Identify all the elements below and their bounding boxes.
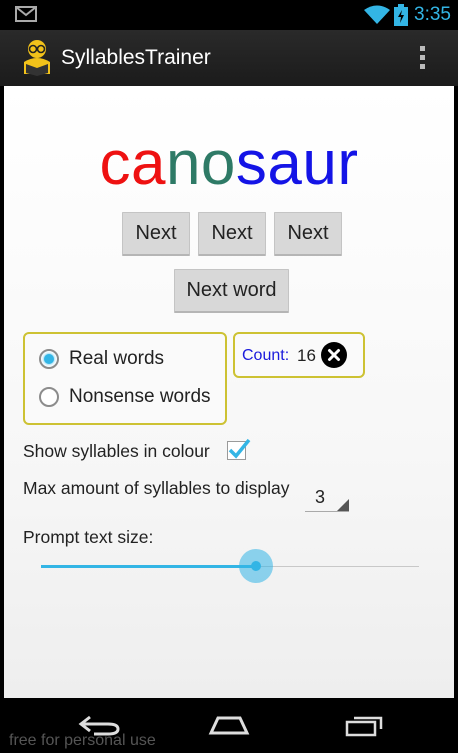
main-content: canosaur Next Next Next Next word Real w…: [4, 86, 454, 698]
count-label: Count:: [242, 347, 290, 364]
syllable: ca: [99, 129, 166, 198]
action-bar: SyllablesTrainer: [0, 30, 458, 86]
radio-nonsense-words[interactable]: Nonsense words: [39, 386, 211, 408]
radio-real-words[interactable]: Real words: [39, 348, 164, 370]
status-bar: 3:35: [0, 0, 458, 30]
show-colour-label: Show syllables in colour: [23, 441, 210, 461]
max-syllables-spinner[interactable]: 3: [305, 485, 349, 512]
show-colour-checkbox[interactable]: [227, 438, 251, 460]
battery-icon: [394, 4, 408, 31]
home-icon[interactable]: [206, 715, 252, 740]
recent-apps-icon[interactable]: [343, 713, 387, 742]
slider-fill: [41, 565, 257, 568]
dropdown-arrow-icon: [337, 499, 349, 511]
watermark-text: free for personal use: [9, 732, 156, 749]
max-syllables-label: Max amount of syllables to display: [23, 478, 290, 498]
reader-icon[interactable]: [20, 38, 54, 81]
clock: 3:35: [414, 4, 451, 25]
wifi-icon: [364, 5, 390, 30]
counter-box: Count: 16: [233, 332, 365, 378]
overflow-menu-icon[interactable]: [420, 46, 425, 73]
syllable: no: [165, 129, 236, 198]
word-type-group: Real words Nonsense words: [23, 332, 227, 425]
radio-button[interactable]: [39, 349, 59, 369]
prompt-word: canosaur: [4, 131, 454, 197]
spinner-value: 3: [315, 487, 326, 507]
radio-label: Real words: [69, 348, 165, 369]
mail-icon: [15, 6, 37, 27]
radio-button[interactable]: [39, 387, 59, 407]
next-word-button[interactable]: Next word: [174, 269, 289, 313]
next-syllable-3-button[interactable]: Next: [274, 212, 342, 256]
count-value: 16: [297, 346, 316, 365]
next-syllable-1-button[interactable]: Next: [122, 212, 190, 256]
radio-label: Nonsense words: [69, 386, 211, 407]
close-circle-icon[interactable]: [321, 342, 347, 368]
syllable: saur: [235, 129, 359, 198]
app-title: SyllablesTrainer: [61, 46, 211, 69]
next-syllable-2-button[interactable]: Next: [198, 212, 266, 256]
prompt-size-label: Prompt text size:: [23, 527, 154, 547]
